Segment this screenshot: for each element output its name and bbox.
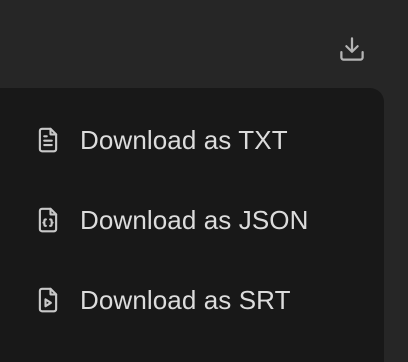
download-txt-menu-item[interactable]: Download as TXT <box>0 100 384 180</box>
download-json-menu-item[interactable]: Download as JSON <box>0 180 384 260</box>
file-video-icon <box>33 285 63 315</box>
download-icon <box>337 34 367 64</box>
download-txt-label: Download as TXT <box>80 124 288 155</box>
download-srt-label: Download as SRT <box>80 284 291 315</box>
file-code-icon <box>33 205 63 235</box>
download-json-label: Download as JSON <box>80 204 309 235</box>
download-button[interactable] <box>330 27 374 71</box>
download-srt-menu-item[interactable]: Download as SRT <box>0 260 384 340</box>
download-menu: Download as TXT Download as JSON Downloa… <box>0 88 384 362</box>
file-text-icon <box>33 125 63 155</box>
